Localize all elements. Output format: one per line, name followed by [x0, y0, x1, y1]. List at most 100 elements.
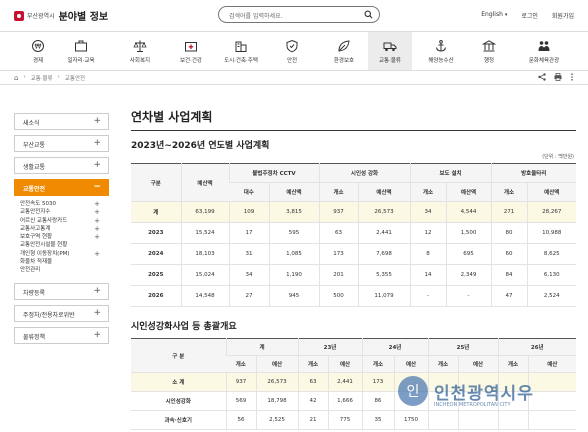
- table-cell: 35: [361, 410, 394, 430]
- col-subheader: 개소: [318, 182, 359, 202]
- site-logo[interactable]: 부산광역시 분야별 정보: [14, 8, 108, 23]
- category-label: 도시·건축·주택: [224, 58, 258, 64]
- table-cell: [427, 410, 458, 430]
- minus-icon[interactable]: −: [93, 182, 101, 192]
- plus-icon[interactable]: +: [94, 250, 100, 258]
- table-cell: 14: [409, 264, 447, 286]
- plus-icon[interactable]: +: [94, 217, 100, 225]
- search-input[interactable]: 검색어를 입력하세요.: [218, 6, 380, 23]
- col-subheader: 대수: [229, 182, 269, 202]
- table-cell: 937: [318, 201, 359, 223]
- table-cell: 775: [327, 410, 362, 430]
- table-cell: 7,698: [357, 243, 411, 265]
- plus-icon[interactable]: +: [94, 208, 100, 216]
- login-link[interactable]: 로그인: [521, 11, 538, 20]
- shield-icon: [286, 39, 298, 53]
- plus-icon[interactable]: +: [93, 116, 101, 126]
- sidebar-item-label: 주정차/전용차로위반: [23, 311, 75, 319]
- sidebar-subitem[interactable]: 안전속도 5030 +: [20, 200, 103, 208]
- plus-icon[interactable]: +: [93, 330, 101, 340]
- sidebar-item[interactable]: 차량등록 +: [14, 282, 109, 300]
- sidebar-item-label: 물류정책: [23, 333, 46, 341]
- category-item[interactable]: 행정: [467, 32, 511, 70]
- category-item[interactable]: 사회복지: [118, 32, 162, 70]
- table-cell: 34: [409, 201, 447, 223]
- sidebar-subitem[interactable]: 화물차 적재물: [20, 258, 103, 266]
- category-label: 문화체육관광: [528, 58, 560, 64]
- category-item[interactable]: 환경보호: [322, 32, 366, 70]
- category-item[interactable]: 문화체육관광: [522, 32, 566, 70]
- more-icon[interactable]: [570, 73, 574, 81]
- category-item[interactable]: ₩ 경제: [16, 32, 60, 70]
- sidebar-subitem-label: 교통안전지수: [20, 209, 51, 216]
- table-cell: 569: [225, 391, 256, 411]
- table-cell: -: [445, 285, 492, 307]
- col-subheader: 개소: [427, 355, 458, 373]
- category-item[interactable]: 보건·건강: [169, 32, 213, 70]
- plus-icon[interactable]: +: [94, 225, 100, 233]
- search-icon[interactable]: [364, 10, 373, 19]
- table-cell: 26,573: [357, 201, 411, 223]
- sidebar-subitem-label: 교통안전시설물 현황: [20, 242, 68, 249]
- sidebar-item[interactable]: 부산교통 +: [14, 135, 109, 152]
- sidebar-item-label: 부산교통: [23, 142, 46, 149]
- sidebar-item[interactable]: 생활교통 +: [14, 157, 109, 174]
- table-cell: 15,524: [180, 222, 229, 244]
- sidebar-subitem[interactable]: 어르신 교통사랑카드 +: [20, 217, 103, 225]
- people-icon: [538, 41, 550, 51]
- language-select[interactable]: English ▾: [481, 11, 507, 20]
- table-cell: 2,441: [327, 372, 362, 392]
- main-content: 연차별 사업계획 2023년~2026년 연도별 사업계획 (단위 : 백만원)…: [131, 108, 577, 430]
- plus-icon[interactable]: +: [94, 233, 100, 241]
- plus-icon[interactable]: +: [93, 138, 101, 148]
- col-subheader: 예산: [255, 355, 298, 373]
- sidebar-item[interactable]: 물류정책 +: [14, 326, 109, 344]
- table-cell: 8: [409, 243, 447, 265]
- share-icon[interactable]: [538, 73, 546, 81]
- table-cell: 1,500: [445, 222, 492, 244]
- table-cell: 31: [228, 243, 269, 265]
- table-cell: 1,190: [268, 264, 320, 286]
- print-icon[interactable]: [554, 73, 562, 81]
- col-group-header: 23년: [297, 338, 362, 356]
- medical-kit-icon: [185, 42, 197, 52]
- table-cell: 63,199: [180, 201, 229, 223]
- table-cell: 86: [361, 391, 394, 411]
- breadcrumb-item[interactable]: 교통·물류: [31, 74, 53, 82]
- sidebar-item[interactable]: 교통안전 −: [14, 179, 109, 196]
- watermark: 인 인천광역시우 INCHEON METROPOLITAN CITY: [398, 376, 534, 408]
- plus-icon[interactable]: +: [94, 200, 100, 208]
- anchor-icon: [436, 40, 446, 52]
- search-placeholder: 검색어를 입력하세요.: [229, 13, 283, 20]
- sidebar-subitem[interactable]: 보호구역 현황 +: [20, 233, 103, 241]
- category-item[interactable]: 도시·건축·주택: [219, 32, 263, 70]
- sidebar-subitem[interactable]: 안전관리: [20, 266, 103, 274]
- breadcrumb-item[interactable]: 교통안전: [65, 74, 85, 82]
- col-header-year: 구분: [131, 163, 181, 202]
- plus-icon[interactable]: +: [93, 286, 101, 296]
- col-subheader: 예산액: [445, 182, 492, 202]
- table-cell: 1750: [393, 410, 428, 430]
- sidebar-subitem[interactable]: 교통안전시설물 현황: [20, 241, 103, 249]
- plus-icon[interactable]: +: [93, 160, 101, 170]
- sidebar-subitem[interactable]: 개인형 이동장치(PM) +: [20, 250, 103, 258]
- table-row: 계 63,199 109 3,815 937 26,573 34 4,544 271 28,267: [131, 201, 577, 223]
- category-label: 보건·건강: [180, 58, 202, 64]
- table-cell: 47: [490, 285, 528, 307]
- plus-icon[interactable]: +: [93, 308, 101, 318]
- briefcase-icon: [75, 40, 87, 52]
- home-icon[interactable]: ⌂: [14, 74, 18, 82]
- sidebar-subitem[interactable]: 교통안전지수 +: [20, 208, 103, 216]
- table-cell: 42: [297, 391, 328, 411]
- table-cell: 56: [225, 410, 256, 430]
- sidebar-item[interactable]: 주정차/전용차로위반 +: [14, 304, 109, 322]
- category-item[interactable]: 교통·물류: [368, 32, 412, 70]
- sidebar-item[interactable]: 새소식 +: [14, 113, 109, 130]
- signup-link[interactable]: 회원가입: [552, 11, 574, 20]
- category-item[interactable]: 일자리·교육: [59, 32, 103, 70]
- category-item[interactable]: 안전: [270, 32, 314, 70]
- col-subheader: 개소: [226, 355, 256, 373]
- col-subheader: 개소: [409, 182, 447, 202]
- category-item[interactable]: 해양농수산: [419, 32, 463, 70]
- sidebar-subitem[interactable]: 교통사고통계 +: [20, 225, 103, 233]
